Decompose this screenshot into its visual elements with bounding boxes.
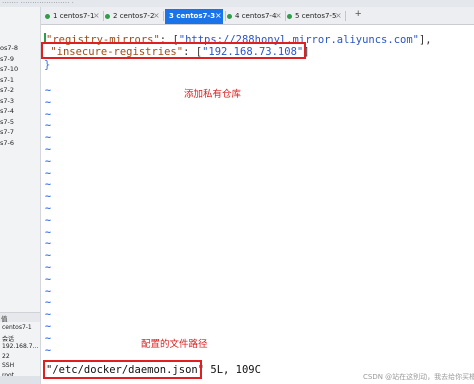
tab-label: 4 centos7-4 xyxy=(235,12,276,20)
top-strip-text: ……. ………………… . xyxy=(2,0,74,5)
csdn-watermark: CSDN @站在这别动，我去给你买橘子 xyxy=(363,373,474,381)
close-tab-icon[interactable]: × xyxy=(93,11,100,20)
tab-separator xyxy=(163,11,164,21)
empty-line-tilde: ~ xyxy=(45,167,52,179)
empty-line-tilde: ~ xyxy=(45,144,52,155)
connected-status-icon xyxy=(105,14,110,19)
empty-line-tilde: ~ xyxy=(45,132,52,144)
session-sidebar: os7-8 s7-9 s7-10 s7-1 s7-2 s7-3 s7-4 s7-5 s7-7 s7… xyxy=(0,7,41,384)
tab-centos7-1[interactable]: 1 centos7-1 × xyxy=(45,9,101,24)
tab-label: 2 centos7-2 xyxy=(113,12,154,20)
sidebar-footer xyxy=(0,376,40,384)
tab-number: 4 xyxy=(235,12,240,20)
empty-line-tilde: ~ xyxy=(45,120,52,132)
tab-separator xyxy=(103,11,104,21)
empty-line-tilde: ~ xyxy=(45,297,52,309)
close-tab-icon[interactable]: × xyxy=(275,11,282,20)
line1-end: ], xyxy=(418,34,432,46)
tab-name: centos7-2 xyxy=(119,12,155,20)
tab-number: 3 xyxy=(169,12,174,20)
empty-line-tilde: ~ xyxy=(45,321,52,332)
session-item[interactable]: s7-1 xyxy=(0,76,14,84)
config-line-3: } xyxy=(44,59,51,71)
insecure-registry-highlight xyxy=(41,42,306,59)
empty-line-tilde: ~ xyxy=(45,285,52,297)
tab-label: 1 centos7-1 xyxy=(53,12,94,20)
tab-label: 5 centos7-5 xyxy=(295,12,336,20)
session-item[interactable]: s7-7 xyxy=(0,128,14,136)
empty-line-tilde: ~ xyxy=(45,155,52,167)
config-path-annotation: 配置的文件路径 xyxy=(141,339,208,350)
session-item[interactable]: os7-8 xyxy=(0,44,18,52)
tab-label: 3 centos7-3 xyxy=(169,12,215,20)
tab-centos7-3[interactable]: 3 centos7-3 × xyxy=(165,9,223,24)
tab-name: centos7-3 xyxy=(176,12,216,20)
tab-number: 5 xyxy=(295,12,300,20)
properties-header: 值 xyxy=(0,312,40,323)
terminal-pane[interactable]: "registry-mirrors": ["https://288honyl.m… xyxy=(41,25,474,384)
properties-header-label: 值 xyxy=(1,315,8,323)
empty-line-tilde: ~ xyxy=(45,262,52,273)
tab-separator xyxy=(225,11,226,21)
tab-separator xyxy=(345,11,346,21)
session-item[interactable]: s7-10 xyxy=(0,65,18,73)
empty-line-tilde: ~ xyxy=(45,96,52,108)
session-item[interactable]: s7-5 xyxy=(0,118,14,126)
empty-line-tilde: ~ xyxy=(45,108,52,120)
tab-centos7-5[interactable]: 5 centos7-5 × xyxy=(287,9,343,24)
session-item[interactable]: s7-4 xyxy=(0,107,14,115)
empty-line-tilde: ~ xyxy=(45,214,52,226)
tab-name: centos7-1 xyxy=(59,12,95,20)
close-tab-icon[interactable]: × xyxy=(153,11,160,20)
empty-line-tilde: ~ xyxy=(45,179,52,191)
session-item[interactable]: s7-3 xyxy=(0,97,14,105)
empty-line-tilde: ~ xyxy=(45,250,52,262)
tab-separator xyxy=(285,11,286,21)
top-title-strip: ……. ………………… . xyxy=(0,0,474,7)
connected-status-icon xyxy=(227,14,232,19)
tab-centos7-4[interactable]: 4 centos7-4 × xyxy=(227,9,283,24)
session-item[interactable]: s7-9 xyxy=(0,55,14,63)
empty-line-tilde: ~ xyxy=(45,191,52,203)
tab-centos7-2[interactable]: 2 centos7-2 × xyxy=(105,9,161,24)
connected-status-icon xyxy=(45,14,50,19)
connected-status-icon xyxy=(287,14,292,19)
empty-line-tilde: ~ xyxy=(45,273,52,285)
close-tab-icon[interactable]: × xyxy=(335,11,342,20)
property-value: centos7-1 xyxy=(2,324,32,331)
empty-line-tilde: ~ xyxy=(45,85,52,96)
session-item[interactable]: s7-2 xyxy=(0,86,14,94)
empty-line-tilde: ~ xyxy=(45,203,52,214)
property-value: 22 xyxy=(2,352,10,360)
empty-line-tilde: ~ xyxy=(45,332,52,344)
tab-number: 1 xyxy=(53,12,58,20)
tab-name: centos7-5 xyxy=(301,12,337,20)
add-registry-annotation: 添加私有仓库 xyxy=(184,89,242,100)
new-tab-button[interactable]: + xyxy=(355,8,361,20)
file-path-highlight xyxy=(43,360,202,379)
empty-line-tilde: ~ xyxy=(45,344,52,356)
empty-line-tilde: ~ xyxy=(45,226,52,238)
property-value: 192.168.7... xyxy=(2,343,39,351)
property-value: 会话 xyxy=(2,335,15,343)
status-file-info: 5L, 109C xyxy=(204,364,261,376)
empty-line-tilde: ~ xyxy=(45,238,52,250)
empty-line-tilde: ~ xyxy=(45,309,52,321)
tab-name: centos7-4 xyxy=(241,12,277,20)
property-value: SSH xyxy=(2,362,15,370)
tab-number: 2 xyxy=(113,12,118,20)
close-tab-icon[interactable]: × xyxy=(215,11,222,20)
tab-bar: 1 centos7-1 × 2 centos7-2 × 3 centos7-3 × 4 ce… xyxy=(41,7,474,25)
session-item[interactable]: s7-6 xyxy=(0,139,14,147)
